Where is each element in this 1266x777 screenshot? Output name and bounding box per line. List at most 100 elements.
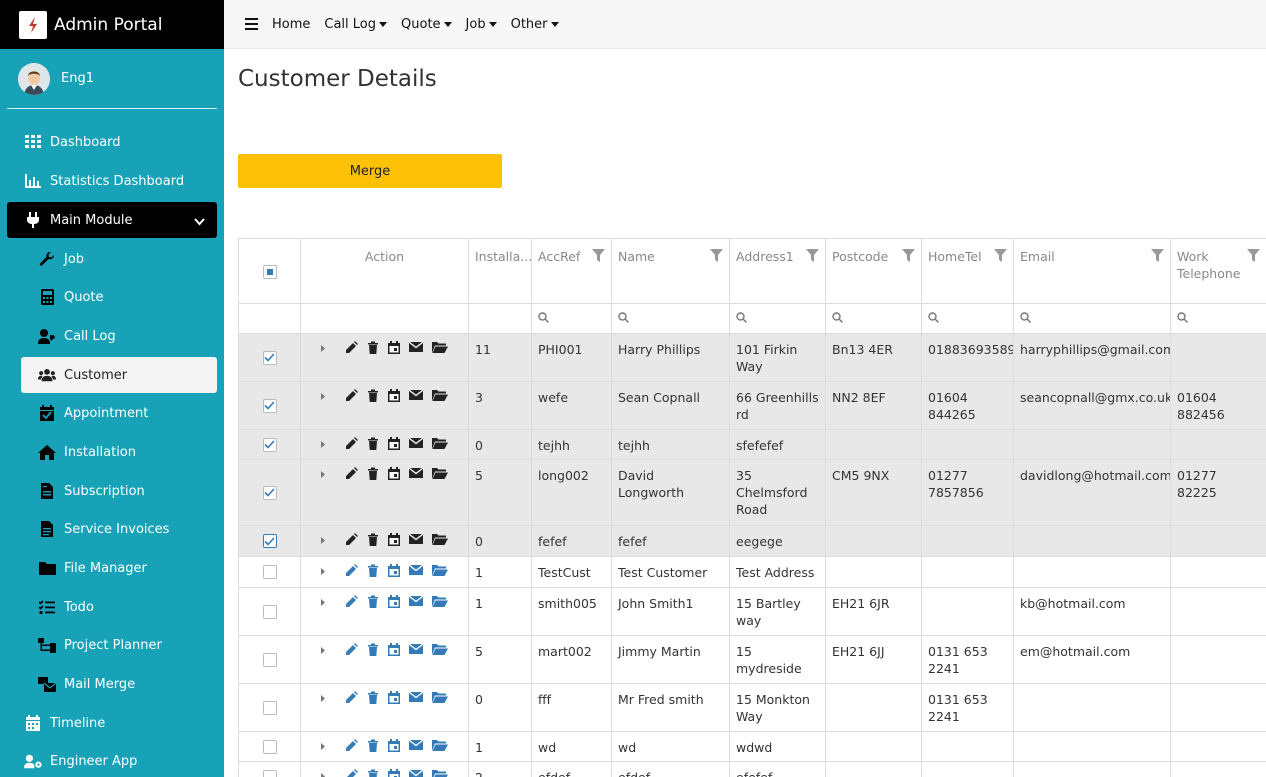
row-checkbox[interactable]	[262, 485, 277, 500]
filter-icon[interactable]	[1151, 249, 1164, 266]
delete-icon[interactable]	[367, 564, 379, 577]
expand-row-icon[interactable]	[318, 691, 328, 705]
filter-icon[interactable]	[592, 249, 605, 266]
header-address1[interactable]: Address1	[730, 239, 826, 303]
edit-icon[interactable]	[345, 389, 358, 402]
topnav-quote[interactable]: Quote	[401, 17, 452, 32]
delete-icon[interactable]	[367, 341, 379, 354]
calendar-icon[interactable]	[388, 739, 400, 752]
sidebar-item-job[interactable]: Job	[21, 241, 217, 277]
expand-row-icon[interactable]	[318, 739, 328, 753]
folder-open-icon[interactable]	[432, 533, 448, 545]
expand-row-icon[interactable]	[318, 564, 328, 578]
table-row[interactable]: 11 PHI001 Harry Phillips 101 Firkin Way Bn13…	[239, 334, 1266, 382]
filter-icon[interactable]	[806, 249, 819, 266]
folder-open-icon[interactable]	[432, 769, 448, 777]
table-row[interactable]: 1 wd wd wdwd	[239, 732, 1266, 762]
sidebar-item-customer[interactable]: Customer	[21, 357, 217, 393]
sidebar-item-timeline[interactable]: Timeline	[7, 705, 217, 741]
expand-row-icon[interactable]	[318, 341, 328, 355]
table-row[interactable]: 5 mart002 Jimmy Martin 15 mydreside EH21 6JJ…	[239, 636, 1266, 684]
calendar-icon[interactable]	[388, 564, 400, 577]
table-row[interactable]: 1 smith005 John Smith1 15 Bartley way EH21 6…	[239, 588, 1266, 636]
row-checkbox[interactable]	[262, 739, 277, 754]
edit-icon[interactable]	[345, 643, 358, 656]
folder-open-icon[interactable]	[432, 389, 448, 401]
table-row[interactable]: 5 long002 David Longworth 35 Chelmsford Roa…	[239, 460, 1266, 526]
mail-icon[interactable]	[409, 691, 423, 703]
delete-icon[interactable]	[367, 467, 379, 480]
header-email[interactable]: Email	[1014, 239, 1171, 303]
edit-icon[interactable]	[345, 437, 358, 450]
sidebar-item-subscription[interactable]: Subscription	[21, 473, 217, 509]
sidebar-item-statistics-dashboard[interactable]: Statistics Dashboard	[7, 163, 217, 199]
expand-row-icon[interactable]	[318, 595, 328, 609]
edit-icon[interactable]	[345, 739, 358, 752]
mail-icon[interactable]	[409, 389, 423, 401]
row-checkbox[interactable]	[262, 565, 277, 579]
topnav-other[interactable]: Other	[511, 17, 559, 32]
delete-icon[interactable]	[367, 643, 379, 656]
row-checkbox[interactable]	[262, 398, 277, 413]
brand[interactable]: Admin Portal	[0, 0, 224, 49]
expand-row-icon[interactable]	[318, 769, 328, 777]
header-accref[interactable]: AccRef	[532, 239, 612, 303]
sidebar-item-call-log[interactable]: Call Log	[21, 318, 217, 354]
folder-open-icon[interactable]	[432, 341, 448, 353]
calendar-icon[interactable]	[388, 341, 400, 354]
row-checkbox[interactable]	[262, 652, 277, 667]
folder-open-icon[interactable]	[432, 564, 448, 576]
filter-icon[interactable]	[710, 249, 723, 266]
delete-icon[interactable]	[367, 769, 379, 777]
row-checkbox[interactable]	[262, 604, 277, 619]
mail-icon[interactable]	[409, 564, 423, 576]
mail-icon[interactable]	[409, 643, 423, 655]
edit-icon[interactable]	[345, 691, 358, 704]
folder-open-icon[interactable]	[432, 437, 448, 449]
user-panel[interactable]: Eng1	[7, 49, 217, 109]
sidebar-item-dashboard[interactable]: Dashboard	[7, 124, 217, 160]
header-hometel[interactable]: HomeTel	[922, 239, 1014, 303]
edit-icon[interactable]	[345, 341, 358, 354]
delete-icon[interactable]	[367, 739, 379, 752]
sidebar-item-file-manager[interactable]: File Manager	[21, 550, 217, 586]
folder-open-icon[interactable]	[432, 739, 448, 751]
table-row[interactable]: 0 fff Mr Fred smith 15 Monkton Way 0131 653 …	[239, 684, 1266, 732]
row-checkbox[interactable]	[262, 437, 277, 452]
mail-icon[interactable]	[409, 595, 423, 607]
mail-icon[interactable]	[409, 467, 423, 479]
search-input[interactable]	[532, 304, 612, 333]
delete-icon[interactable]	[367, 691, 379, 704]
sidebar-item-todo[interactable]: Todo	[21, 589, 217, 625]
select-all-checkbox[interactable]	[262, 265, 277, 279]
folder-open-icon[interactable]	[432, 691, 448, 703]
header-name[interactable]: Name	[612, 239, 730, 303]
expand-row-icon[interactable]	[318, 437, 328, 451]
folder-open-icon[interactable]	[432, 467, 448, 479]
sidebar-item-main-module[interactable]: Main Module	[7, 202, 217, 238]
sidebar-item-quote[interactable]: Quote	[21, 279, 217, 315]
search-input[interactable]	[730, 304, 826, 333]
search-input[interactable]	[1014, 304, 1171, 333]
topnav-job[interactable]: Job	[466, 17, 497, 32]
table-row[interactable]: 3 wefe Sean Copnall 66 Greenhills rd NN2 8EF…	[239, 382, 1266, 430]
mail-icon[interactable]	[409, 769, 423, 777]
sidebar-item-appointment[interactable]: Appointment	[21, 395, 217, 431]
calendar-icon[interactable]	[388, 467, 400, 480]
table-row[interactable]: 0 tejhh tejhh sfefefef	[239, 430, 1266, 460]
header-installations[interactable]: Installa...	[469, 239, 532, 303]
expand-row-icon[interactable]	[318, 467, 328, 481]
edit-icon[interactable]	[345, 564, 358, 577]
menu-toggle-icon[interactable]	[245, 18, 258, 30]
topnav-home[interactable]: Home	[272, 17, 310, 32]
search-input[interactable]	[612, 304, 730, 333]
calendar-icon[interactable]	[388, 533, 400, 546]
filter-icon[interactable]	[1247, 249, 1260, 266]
header-worktel[interactable]: Work Telephone	[1171, 239, 1266, 303]
sidebar-item-mail-merge[interactable]: Mail Merge	[21, 666, 217, 702]
header-postcode[interactable]: Postcode	[826, 239, 922, 303]
calendar-icon[interactable]	[388, 389, 400, 402]
mail-icon[interactable]	[409, 341, 423, 353]
delete-icon[interactable]	[367, 595, 379, 608]
table-row[interactable]: 2efdefefdefefefef	[239, 762, 1266, 777]
